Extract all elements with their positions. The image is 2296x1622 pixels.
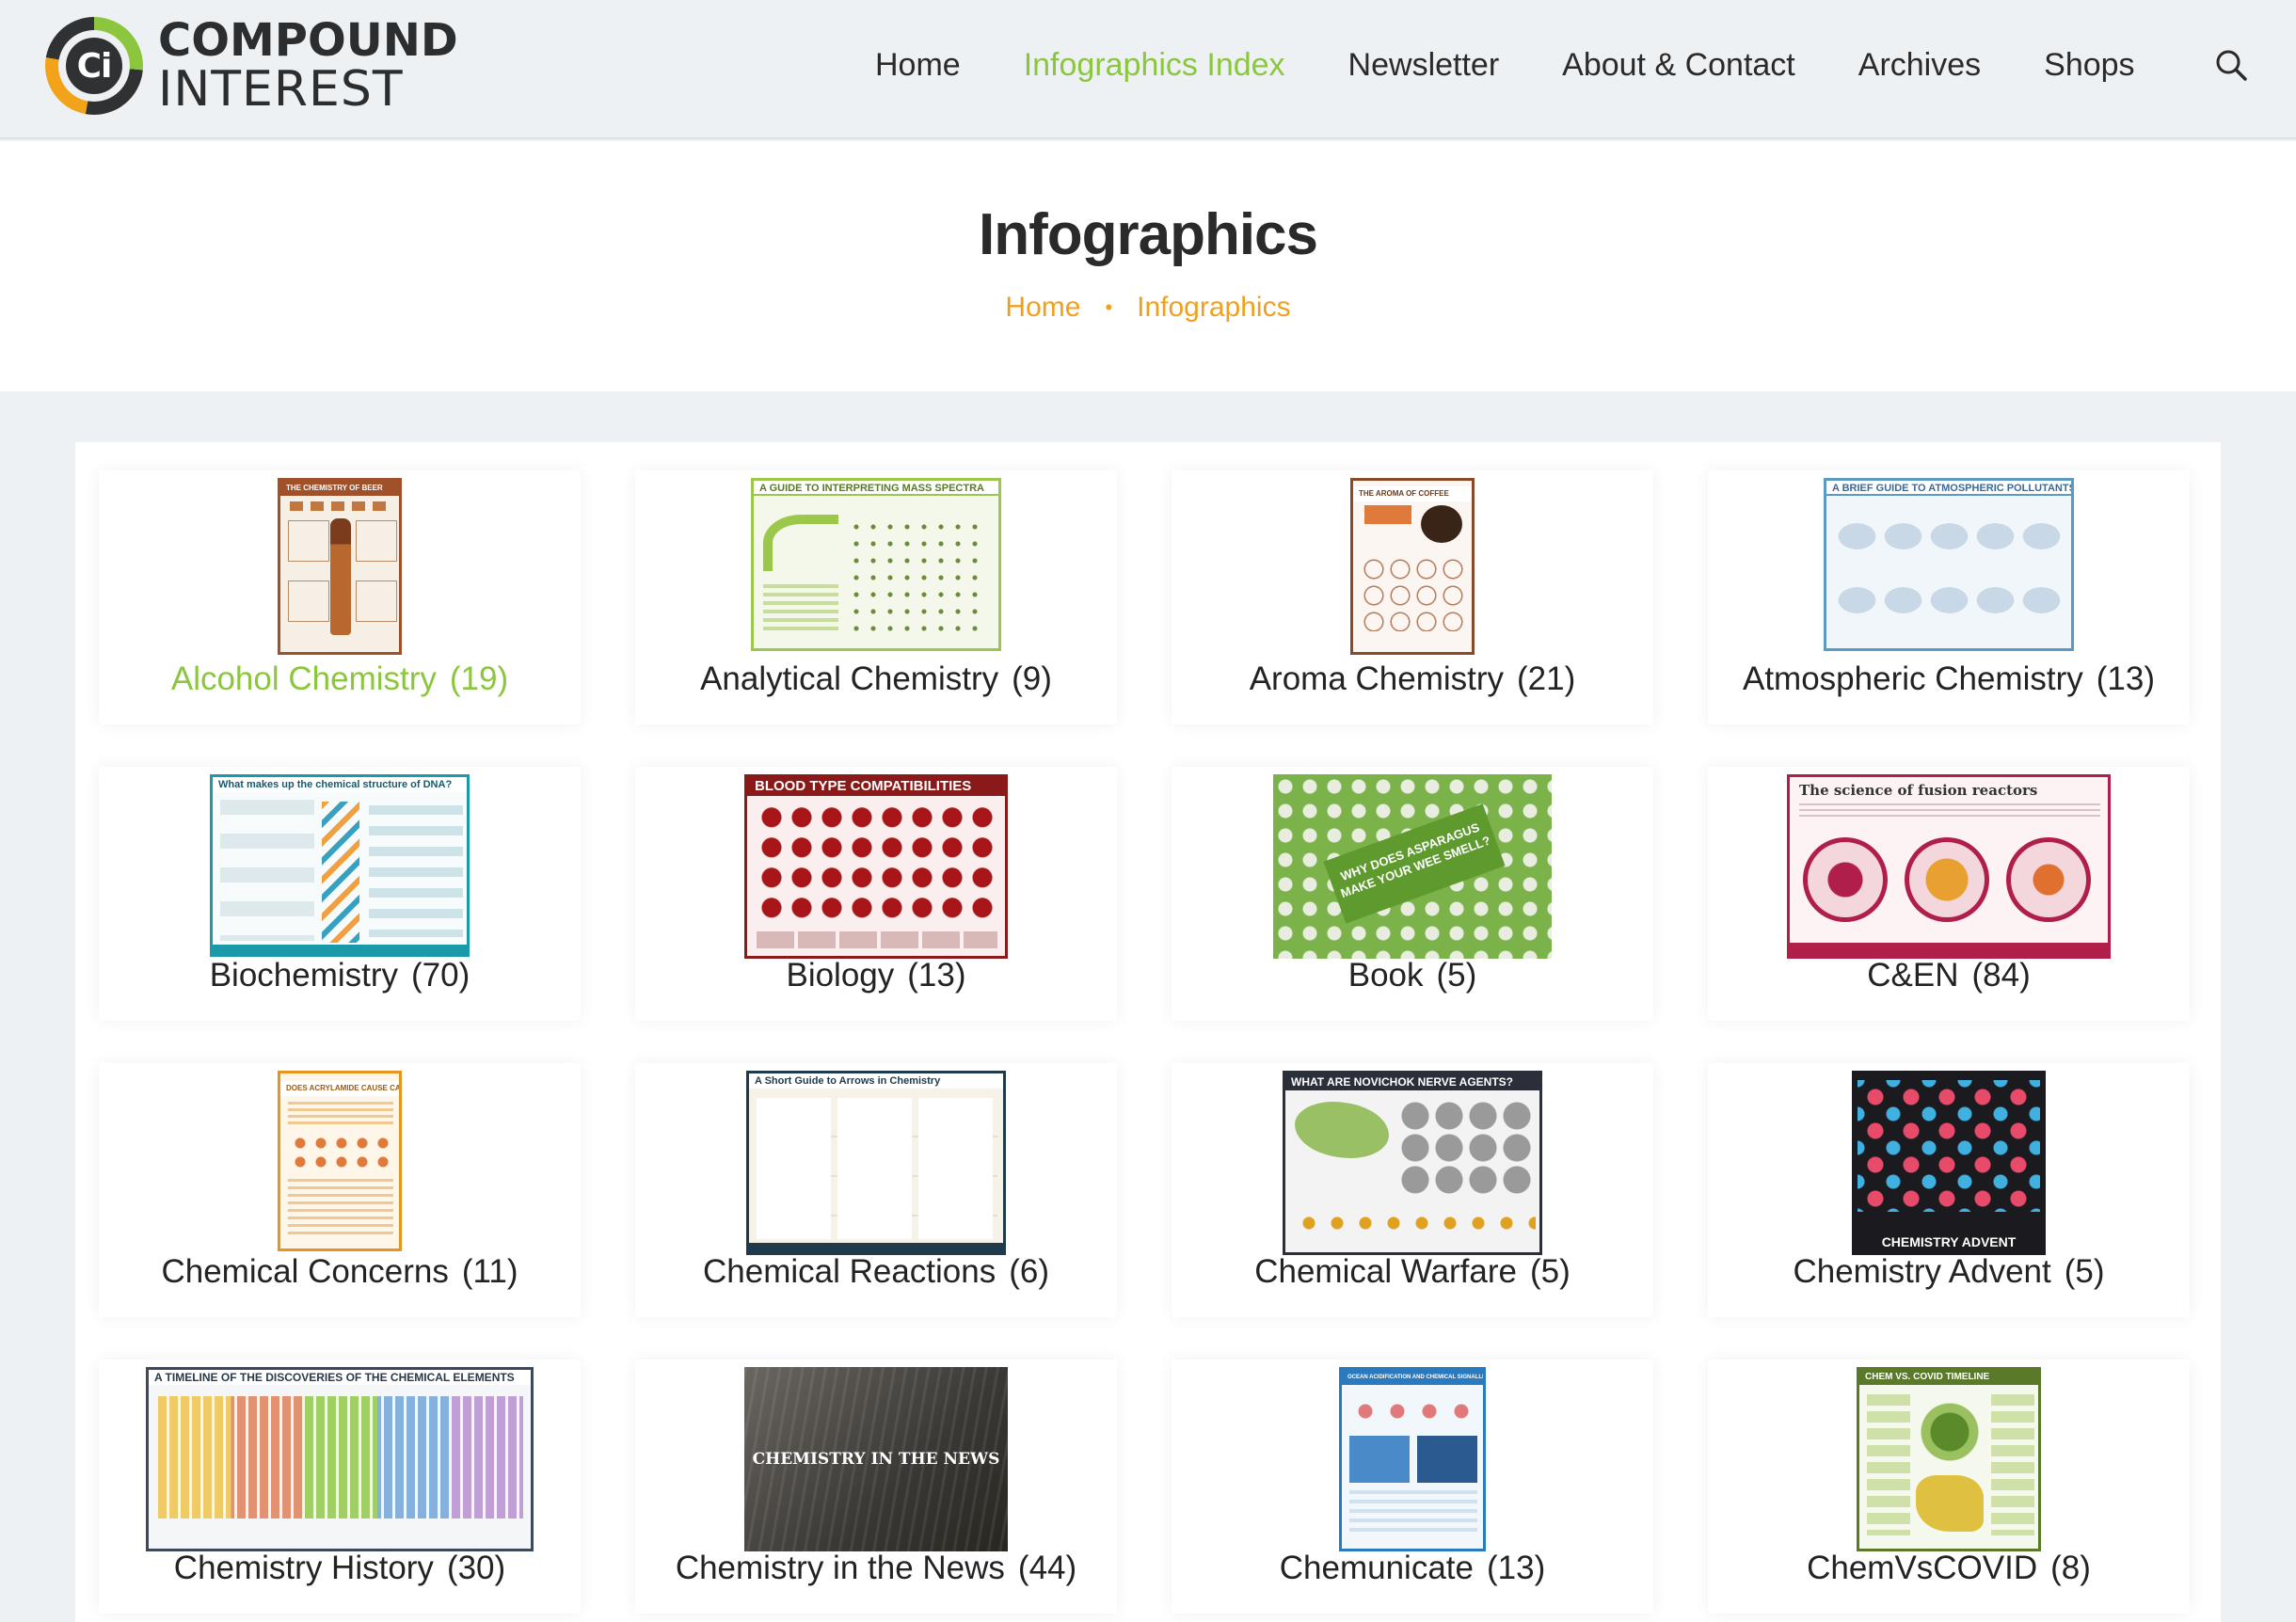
breadcrumb-separator: • <box>1105 295 1113 319</box>
logo-text: COMPOUND INTEREST <box>158 18 458 114</box>
category-label[interactable]: Biochemistry (70) <box>99 957 581 994</box>
thumbnail-biochemistry: What makes up the chemical structure of … <box>210 774 470 957</box>
site-logo[interactable]: Ci COMPOUND INTEREST <box>45 17 458 115</box>
page-title-band: Infographics Home • Infographics <box>0 141 2296 391</box>
category-card-biology[interactable]: BLOOD TYPE COMPATIBILITIES Biology (13) <box>635 767 1117 1021</box>
category-label[interactable]: ChemVsCOVID (8) <box>1708 1550 2190 1587</box>
category-label[interactable]: Chemistry in the News (44) <box>635 1550 1117 1587</box>
nav-archives[interactable]: Archives <box>1858 47 1981 84</box>
category-card-chemical-warfare[interactable]: WHAT ARE NOVICHOK NERVE AGENTS? Chemical… <box>1172 1063 1653 1317</box>
logo-line2: INTEREST <box>158 61 404 118</box>
category-card-chemical-concerns[interactable]: DOES ACRYLAMIDE CAUSE CANCER? Chemical C… <box>99 1063 581 1317</box>
category-card-chemistry-in-the-news[interactable]: CHEMISTRY IN THE NEWS Chemistry in the N… <box>635 1360 1117 1614</box>
thumbnail-atmospheric-chemistry: A BRIEF GUIDE TO ATMOSPHERIC POLLUTANTS <box>1824 478 2074 651</box>
category-card-biochemistry[interactable]: What makes up the chemical structure of … <box>99 767 581 1021</box>
thumbnail-book: WHY DOES ASPARAGUS MAKE YOUR WEE SMELL? <box>1273 774 1552 959</box>
thumbnail-alcohol-chemistry: THE CHEMISTRY OF BEER <box>278 478 402 655</box>
category-card-analytical-chemistry[interactable]: A GUIDE TO INTERPRETING MASS SPECTRA Ana… <box>635 470 1117 724</box>
category-card-chemunicate[interactable]: OCEAN ACIDIFICATION AND CHEMICAL SIGNALL… <box>1172 1360 1653 1614</box>
thumbnail-chemical-warfare: WHAT ARE NOVICHOK NERVE AGENTS? <box>1283 1071 1542 1255</box>
nav-infographics-index[interactable]: Infographics Index <box>1024 47 1285 84</box>
thumbnail-chemical-reactions: A Short Guide to Arrows in Chemistry <box>746 1071 1006 1255</box>
category-label[interactable]: Chemical Warfare (5) <box>1172 1253 1653 1291</box>
category-card-aroma-chemistry[interactable]: THE AROMA OF COFFEE Aroma Chemistry (21) <box>1172 470 1653 724</box>
category-label[interactable]: Alcohol Chemistry (19) <box>99 660 581 698</box>
thumbnail-chemistry-history: A TIMELINE OF THE DISCOVERIES OF THE CHE… <box>146 1367 534 1551</box>
nav-about-contact[interactable]: About & Contact <box>1562 47 1795 84</box>
category-card-cen[interactable]: The science of fusion reactors C&EN (84) <box>1708 767 2190 1021</box>
category-label[interactable]: Analytical Chemistry (9) <box>635 660 1117 698</box>
breadcrumb: Home • Infographics <box>0 292 2296 324</box>
thumbnail-chemunicate: OCEAN ACIDIFICATION AND CHEMICAL SIGNALL… <box>1339 1367 1486 1551</box>
nav-newsletter[interactable]: Newsletter <box>1348 47 1500 84</box>
category-label[interactable]: Chemunicate (13) <box>1172 1550 1653 1587</box>
category-label[interactable]: Biology (13) <box>635 957 1117 994</box>
nav-shops[interactable]: Shops <box>2044 47 2134 84</box>
logo-line1: COMPOUND <box>158 14 458 67</box>
category-card-chemical-reactions[interactable]: A Short Guide to Arrows in Chemistry Che… <box>635 1063 1117 1317</box>
thumbnail-chemvscovid: CHEM VS. COVID TIMELINE <box>1857 1367 2041 1551</box>
category-card-atmospheric-chemistry[interactable]: A BRIEF GUIDE TO ATMOSPHERIC POLLUTANTS … <box>1708 470 2190 724</box>
category-label[interactable]: Aroma Chemistry (21) <box>1172 660 1653 698</box>
thumbnail-analytical-chemistry: A GUIDE TO INTERPRETING MASS SPECTRA <box>751 478 1001 651</box>
category-card-chemistry-advent[interactable]: CHEMISTRY ADVENT Chemistry Advent (5) <box>1708 1063 2190 1317</box>
category-card-chemvscovid[interactable]: CHEM VS. COVID TIMELINE ChemVsCOVID (8) <box>1708 1360 2190 1614</box>
site-header: Ci COMPOUND INTEREST Home Infographics I… <box>0 0 2296 139</box>
nav-home[interactable]: Home <box>875 47 961 84</box>
logo-mark-icon: Ci <box>45 17 143 115</box>
category-label[interactable]: Atmospheric Chemistry (13) <box>1708 660 2190 698</box>
category-grid: THE CHEMISTRY OF BEER Alcohol Chemistry(… <box>75 442 2221 1622</box>
category-card-chemistry-history[interactable]: A TIMELINE OF THE DISCOVERIES OF THE CHE… <box>99 1360 581 1614</box>
breadcrumb-current: Infographics <box>1137 292 1291 323</box>
thumbnail-biology: BLOOD TYPE COMPATIBILITIES <box>744 774 1008 959</box>
thumbnail-cen: The science of fusion reactors <box>1787 774 2111 959</box>
category-label[interactable]: Book (5) <box>1172 957 1653 994</box>
category-label[interactable]: Chemistry Advent (5) <box>1708 1253 2190 1291</box>
category-label[interactable]: Chemical Reactions (6) <box>635 1253 1117 1291</box>
search-icon[interactable] <box>2213 47 2249 83</box>
thumbnail-chemical-concerns: DOES ACRYLAMIDE CAUSE CANCER? <box>278 1071 402 1251</box>
category-card-alcohol-chemistry[interactable]: THE CHEMISTRY OF BEER Alcohol Chemistry(… <box>99 470 581 724</box>
category-label[interactable]: Chemical Concerns (11) <box>99 1253 581 1291</box>
category-label[interactable]: C&EN (84) <box>1708 957 2190 994</box>
thumbnail-chemistry-advent: CHEMISTRY ADVENT <box>1852 1071 2046 1255</box>
thumbnail-aroma-chemistry: THE AROMA OF COFFEE <box>1350 478 1475 655</box>
main-nav: Home Infographics Index Newsletter About… <box>875 41 2135 88</box>
category-card-book[interactable]: WHY DOES ASPARAGUS MAKE YOUR WEE SMELL? … <box>1172 767 1653 1021</box>
breadcrumb-home[interactable]: Home <box>1005 292 1080 324</box>
category-label[interactable]: Chemistry History (30) <box>99 1550 581 1587</box>
page-title: Infographics <box>978 202 1318 267</box>
thumbnail-chemistry-in-the-news: CHEMISTRY IN THE NEWS <box>744 1367 1008 1551</box>
